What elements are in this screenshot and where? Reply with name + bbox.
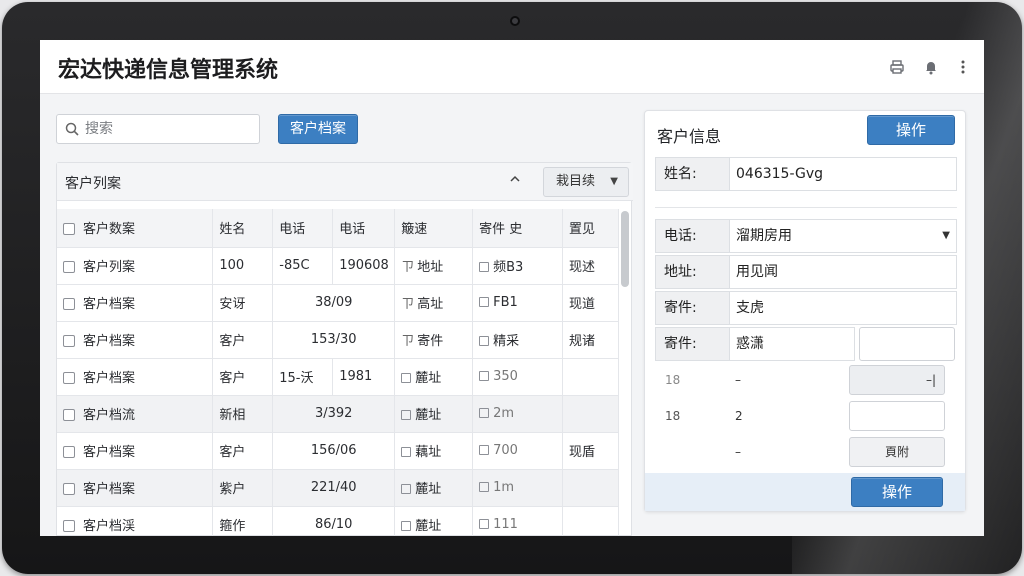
row-small-checkbox[interactable] [401, 373, 412, 383]
chevron-up-icon[interactable] [509, 173, 521, 189]
row-small-checkbox[interactable] [401, 410, 412, 420]
detail-footer: 操作 [645, 473, 965, 511]
small-row-value: – [735, 373, 741, 387]
phone-select-value: 溜期房用 [736, 228, 792, 244]
detail-title: 客户信息 [657, 127, 722, 146]
name-row: 姓名: 046315-Gvg [655, 157, 957, 191]
row-small-checkbox[interactable] [401, 447, 412, 457]
row-small-checkbox[interactable] [401, 484, 412, 494]
app-screen: 宏达快递信息管理系统 客户档案 客户列案 栽目续 ▼ [40, 40, 984, 536]
table-row[interactable]: 客户档案 紫户 221/40 麓址 1m [57, 469, 619, 507]
phone-select[interactable]: 溜期房用 ▼ [729, 219, 957, 253]
column-header[interactable]: 簸速 [394, 209, 474, 248]
small-row-input[interactable]: –| [849, 365, 945, 395]
search-icon [65, 122, 79, 136]
action-button-top[interactable]: 操作 [867, 115, 955, 145]
column-header[interactable]: 置见 [562, 209, 619, 248]
table-row[interactable]: 客户列案 100 -85C 190608 ㄗ地址 频B3 现述 [57, 247, 619, 285]
parcel2-row: 寄件: 惑潇 [655, 327, 957, 361]
parcel2-label: 寄件: [655, 327, 729, 361]
printer-icon[interactable] [888, 59, 906, 77]
row-checkbox[interactable] [63, 520, 75, 532]
row-small-checkbox[interactable] [479, 519, 490, 529]
phone-label: 电话: [655, 219, 729, 253]
row-small-checkbox[interactable] [479, 371, 490, 381]
small-row-value: – [735, 445, 741, 459]
row-checkbox[interactable] [63, 409, 75, 421]
row-checkbox[interactable] [63, 335, 75, 347]
parcel-field[interactable]: 支虎 [729, 291, 957, 325]
more-vertical-icon[interactable] [954, 59, 972, 77]
small-row-label: 18 [665, 373, 681, 387]
column-select-label: 栽目续 [556, 174, 596, 189]
name-label: 姓名: [655, 157, 729, 191]
column-header[interactable]: 客户数案 [57, 209, 214, 248]
row-checkbox[interactable] [63, 298, 75, 310]
parcel2-field[interactable]: 惑潇 [729, 327, 855, 361]
row-checkbox[interactable] [63, 261, 75, 273]
parcel2-extra-field[interactable] [859, 327, 955, 361]
address-field[interactable]: 用见闻 [729, 255, 957, 289]
parcel-row: 寄件: 支虎 [655, 291, 957, 325]
row-small-checkbox[interactable] [401, 521, 412, 531]
row-small-checkbox[interactable] [479, 262, 490, 272]
row-small-checkbox[interactable] [479, 297, 490, 307]
customer-list-panel: 客户列案 栽目续 ▼ 客户数案 姓名 电话 电话 簸速 寄件 史 置见 客户列案… [56, 162, 633, 536]
bell-icon[interactable] [922, 59, 940, 77]
table-row[interactable]: 客户档案 客户 156/06 藕址 700 现盾 [57, 432, 619, 470]
row-small-checkbox[interactable] [479, 408, 490, 418]
row-checkbox[interactable] [63, 372, 75, 384]
table-row[interactable]: 客户档渓 箍作 86/10 麓址 111 [57, 506, 619, 536]
table-header-row: 客户数案 姓名 电话 电话 簸速 寄件 史 置见 [57, 209, 619, 248]
customer-table: 客户数案 姓名 电话 电话 簸速 寄件 史 置见 客户列案 100 -85C 1… [57, 209, 619, 536]
scrollbar-thumb[interactable] [621, 211, 629, 287]
select-all-checkbox[interactable] [63, 223, 75, 236]
column-header[interactable]: 电话 [272, 209, 334, 248]
caret-down-icon: ▼ [610, 176, 618, 187]
customer-archive-button[interactable]: 客户档案 [278, 114, 358, 144]
app-header: 宏达快递信息管理系统 [40, 40, 984, 94]
row-checkbox[interactable] [63, 483, 75, 495]
column-header[interactable]: 电话 [332, 209, 396, 248]
small-row-label: 18 [665, 409, 681, 423]
column-select[interactable]: 栽目续 ▼ [543, 167, 629, 197]
customer-detail-panel: 客户信息 操作 姓名: 046315-Gvg 电话: 溜期房用 ▼ 地址: 用见… [644, 110, 966, 512]
address-label: 地址: [655, 255, 729, 289]
phone-row: 电话: 溜期房用 ▼ [655, 219, 957, 253]
app-title: 宏达快递信息管理系统 [58, 58, 279, 83]
column-header[interactable]: 姓名 [212, 209, 274, 248]
column-header[interactable]: 寄件 史 [472, 209, 564, 248]
list-header: 客户列案 栽目续 ▼ [57, 163, 633, 201]
divider [655, 207, 957, 208]
action-button-bottom[interactable]: 操作 [851, 477, 943, 507]
caret-down-icon: ▼ [942, 230, 950, 241]
search-input[interactable] [85, 119, 255, 139]
row-small-checkbox[interactable] [479, 336, 490, 346]
table-row[interactable]: 客户档案 客户 15-沃 1981 麓址 350 [57, 358, 619, 396]
name-field[interactable]: 046315-Gvg [729, 157, 957, 191]
small-row-input[interactable] [849, 401, 945, 431]
row-small-checkbox[interactable] [479, 482, 490, 492]
parcel-label: 寄件: [655, 291, 729, 325]
list-title: 客户列案 [65, 176, 121, 192]
table-row[interactable]: 客户档流 新相 3/392 麓址 2m [57, 395, 619, 433]
small-row-value: 2 [735, 409, 743, 423]
row-checkbox[interactable] [63, 446, 75, 458]
row-small-checkbox[interactable] [479, 445, 490, 455]
table-row[interactable]: 客户档案 安讶 38/09 ㄗ高址 FB1 现道 [57, 284, 619, 322]
address-row: 地址: 用见闻 [655, 255, 957, 289]
small-row-button[interactable]: 頁附 [849, 437, 945, 467]
table-row[interactable]: 客户档案 客户 153/30 ㄗ寄件 精采 规诸 [57, 321, 619, 359]
search-box [56, 114, 260, 144]
table-scrollbar[interactable] [621, 211, 629, 533]
camera-icon [510, 16, 520, 26]
